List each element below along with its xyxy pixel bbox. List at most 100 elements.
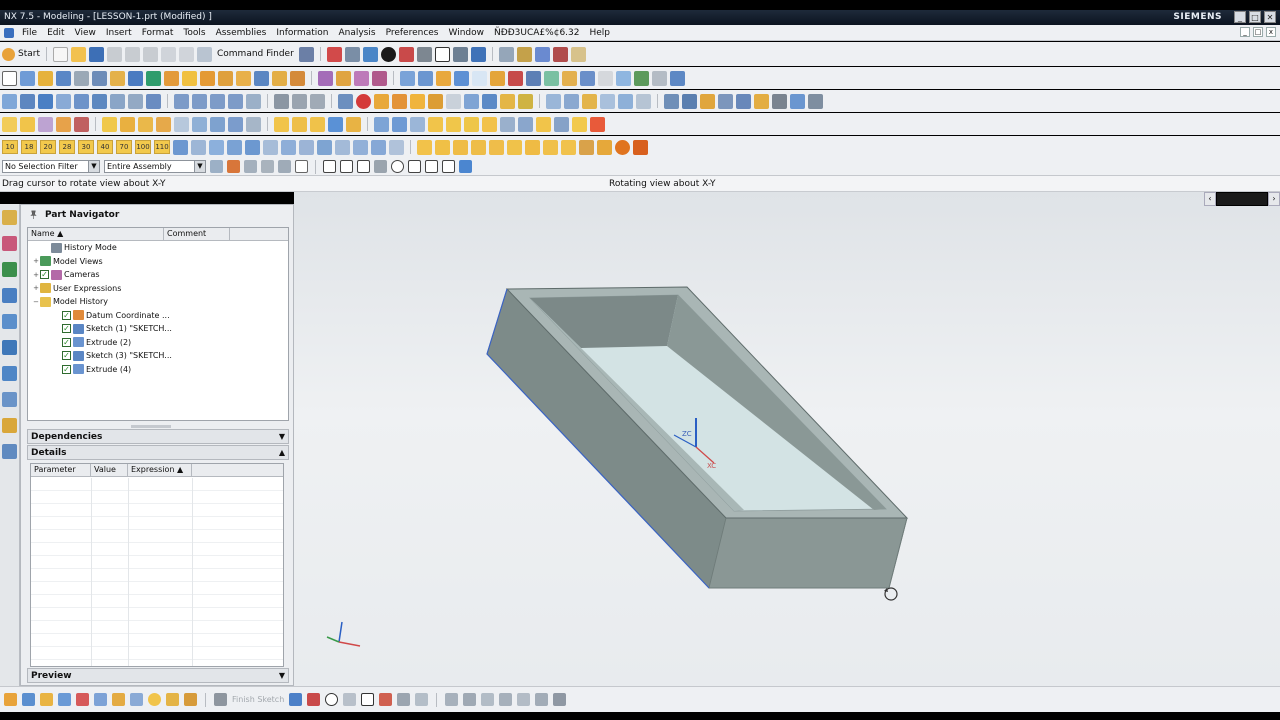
arc-icon[interactable] bbox=[564, 93, 579, 109]
splitter-handle[interactable] bbox=[131, 425, 171, 428]
quadrant-icon[interactable] bbox=[408, 160, 421, 173]
tube-icon[interactable] bbox=[482, 93, 497, 109]
app-icon[interactable] bbox=[4, 27, 14, 38]
snap-on-curve-icon[interactable] bbox=[299, 139, 314, 155]
tangent-faces-icon[interactable] bbox=[489, 139, 504, 155]
pocket-icon[interactable] bbox=[92, 70, 107, 86]
horizontal-icon[interactable] bbox=[374, 116, 389, 132]
intersect-icon[interactable] bbox=[290, 70, 305, 86]
visibility-checkbox[interactable]: ✓ bbox=[62, 310, 71, 320]
helix-icon[interactable] bbox=[618, 93, 633, 109]
suppress-icon[interactable] bbox=[356, 93, 371, 109]
orient-icon[interactable] bbox=[452, 46, 468, 62]
sew-icon[interactable] bbox=[544, 70, 559, 86]
replace-icon[interactable] bbox=[338, 93, 353, 109]
note-icon[interactable] bbox=[20, 116, 35, 132]
doc-restore-button[interactable]: □ bbox=[1253, 27, 1263, 37]
rib-faces-icon[interactable] bbox=[543, 139, 558, 155]
attach-icon[interactable] bbox=[130, 693, 143, 706]
intersection-icon[interactable] bbox=[442, 160, 455, 173]
polygon-icon[interactable] bbox=[138, 116, 153, 132]
chamfer-tool-icon[interactable] bbox=[499, 693, 513, 706]
menu-file[interactable]: File bbox=[17, 28, 42, 38]
grid-18-button[interactable]: 18 bbox=[21, 140, 37, 154]
expand-toggle-icon[interactable]: − bbox=[32, 298, 40, 306]
view-snap-icon[interactable] bbox=[459, 160, 472, 173]
wcs-icon[interactable] bbox=[516, 46, 532, 62]
coincident-icon[interactable] bbox=[464, 116, 479, 132]
grid-100-button[interactable]: 100 bbox=[135, 140, 151, 154]
maximize-button[interactable]: □ bbox=[1249, 11, 1261, 23]
region-faces-icon[interactable] bbox=[507, 139, 522, 155]
delete-icon[interactable] bbox=[74, 116, 89, 132]
system-materials-icon[interactable] bbox=[2, 392, 17, 407]
draft-icon[interactable] bbox=[218, 70, 233, 86]
wave-icon[interactable] bbox=[772, 93, 787, 109]
lasso-icon[interactable] bbox=[278, 160, 291, 173]
mirror-tool-icon[interactable] bbox=[445, 693, 459, 706]
grid-30-button[interactable]: 30 bbox=[78, 140, 94, 154]
grid-28-button[interactable]: 28 bbox=[59, 140, 75, 154]
copy-icon[interactable] bbox=[125, 46, 140, 62]
rib-icon[interactable] bbox=[500, 93, 515, 109]
snap-control-icon[interactable] bbox=[209, 139, 224, 155]
finish-sketch-button[interactable]: Finish Sketch bbox=[232, 695, 284, 704]
tool-icon[interactable] bbox=[552, 46, 568, 62]
pad-icon[interactable] bbox=[110, 70, 125, 86]
thicken-icon[interactable] bbox=[526, 70, 541, 86]
check-geometry-icon[interactable] bbox=[634, 70, 649, 86]
snap-bounded-icon[interactable] bbox=[371, 139, 386, 155]
move-icon[interactable] bbox=[58, 693, 71, 706]
select-feature-icon[interactable] bbox=[210, 160, 223, 173]
blank-icon[interactable] bbox=[74, 93, 89, 109]
circle-icon[interactable] bbox=[582, 93, 597, 109]
unsuppress-icon[interactable] bbox=[374, 93, 389, 109]
dimension-icon[interactable] bbox=[38, 116, 53, 132]
next-step-icon[interactable] bbox=[210, 93, 225, 109]
last-step-icon[interactable] bbox=[228, 93, 243, 109]
slot-faces-icon[interactable] bbox=[561, 139, 576, 155]
grid-40-button[interactable]: 40 bbox=[97, 140, 113, 154]
pin-icon[interactable] bbox=[29, 210, 38, 219]
rectangle-tool-icon[interactable] bbox=[361, 693, 375, 706]
details-section[interactable]: Details ▲ bbox=[27, 445, 289, 460]
preview-section[interactable]: Preview ▼ bbox=[27, 668, 289, 683]
minimize-button[interactable]: _ bbox=[1234, 11, 1246, 23]
replace-face-icon[interactable] bbox=[580, 70, 595, 86]
spline-icon[interactable] bbox=[600, 93, 615, 109]
grid-70-button[interactable]: 70 bbox=[116, 140, 132, 154]
prev-step-icon[interactable] bbox=[192, 93, 207, 109]
revolve-icon[interactable] bbox=[38, 70, 53, 86]
composite-icon[interactable] bbox=[346, 116, 361, 132]
outer-front-face[interactable] bbox=[708, 517, 908, 589]
constraint-tool-icon[interactable] bbox=[517, 693, 531, 706]
chamfer-icon[interactable] bbox=[182, 70, 197, 86]
dimension-tool-icon[interactable] bbox=[535, 693, 549, 706]
menu-assemblies[interactable]: Assemblies bbox=[211, 28, 272, 38]
split-icon[interactable] bbox=[562, 70, 577, 86]
layer-icon[interactable] bbox=[470, 46, 486, 62]
selection-scope-dropdown[interactable]: Entire Assembly ▼ bbox=[104, 160, 206, 173]
parallel-icon[interactable] bbox=[410, 116, 425, 132]
view-section-icon[interactable] bbox=[616, 70, 631, 86]
measure-distance-icon[interactable] bbox=[652, 70, 667, 86]
interference-icon[interactable] bbox=[790, 93, 805, 109]
render-style-icon[interactable] bbox=[398, 46, 414, 62]
work-layer-icon[interactable] bbox=[128, 93, 143, 109]
tree-node[interactable]: + ✓ Cameras bbox=[28, 268, 288, 282]
show-icon[interactable] bbox=[2, 93, 17, 109]
display-icon[interactable] bbox=[416, 46, 432, 62]
menu-window[interactable]: Window bbox=[444, 28, 490, 38]
selection-filter-dropdown[interactable]: No Selection Filter ▼ bbox=[2, 160, 100, 173]
collinear-icon[interactable] bbox=[518, 116, 533, 132]
reuse-library-icon[interactable] bbox=[2, 288, 17, 303]
hd3d-tools-icon[interactable] bbox=[2, 314, 17, 329]
measure-body-icon[interactable] bbox=[670, 70, 685, 86]
transform-icon[interactable] bbox=[94, 693, 107, 706]
show-constraints-icon[interactable] bbox=[572, 116, 587, 132]
unite-icon[interactable] bbox=[254, 70, 269, 86]
reference-set-icon[interactable] bbox=[754, 93, 769, 109]
undo-icon[interactable] bbox=[161, 46, 176, 62]
wrap-icon[interactable] bbox=[310, 116, 325, 132]
playback-icon[interactable] bbox=[246, 93, 261, 109]
